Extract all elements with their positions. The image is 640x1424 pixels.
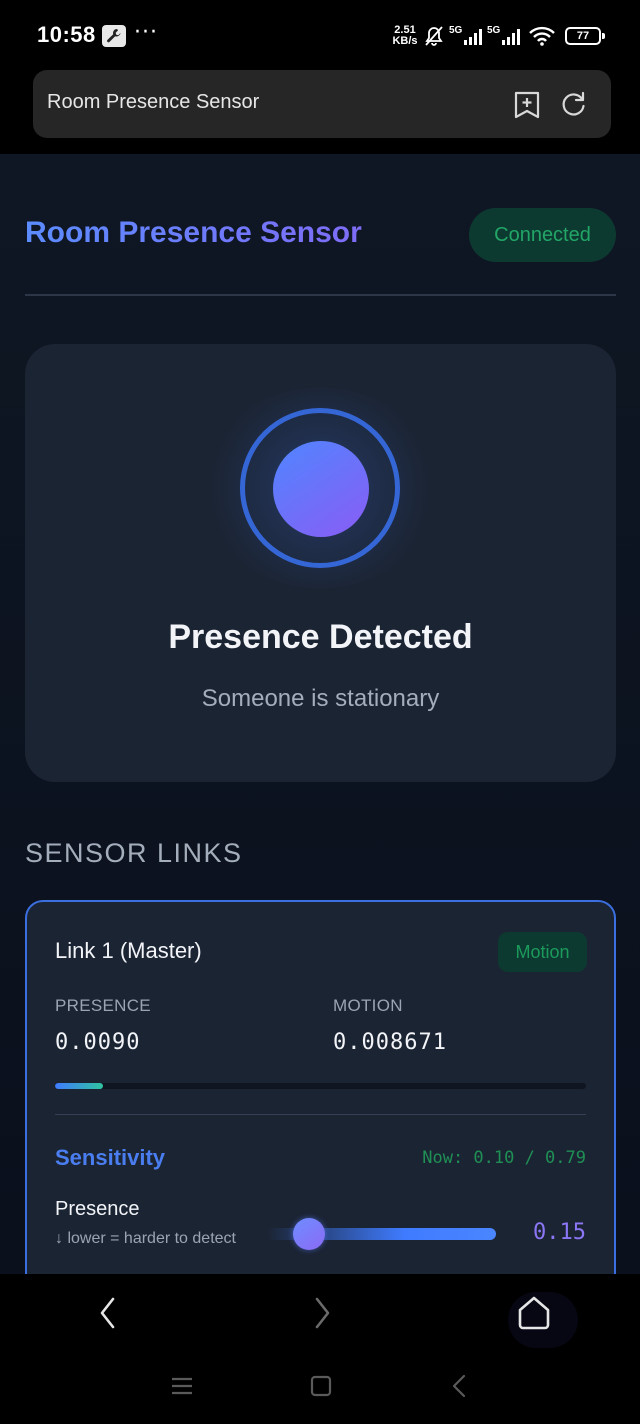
network-type-2: 5G — [487, 25, 501, 36]
presence-state-title: Presence Detected — [168, 618, 473, 656]
presence-status-card: Presence Detected Someone is stationary — [25, 344, 616, 782]
sensor-link-card: Link 1 (Master) Motion PRESENCE 0.0090 M… — [25, 900, 616, 1274]
network-type-1: 5G — [449, 25, 463, 36]
wrench-icon — [102, 25, 126, 47]
presence-sensitivity-hint: ↓ lower = harder to detect — [55, 1230, 236, 1247]
link-name: Link 1 (Master) — [55, 938, 202, 963]
system-navigation-bar — [0, 1354, 640, 1424]
motion-metric-value: 0.008671 — [333, 1030, 447, 1055]
presence-state-subtitle: Someone is stationary — [201, 685, 440, 712]
sensitivity-label: Sensitivity — [55, 1145, 166, 1170]
network-speed-unit: KB/s — [392, 35, 418, 47]
wifi-icon — [529, 26, 555, 46]
recent-apps-icon[interactable] — [171, 1376, 193, 1396]
section-title-sensor-links: SENSOR LINKS — [25, 838, 243, 868]
page-content: Room Presence Sensor Connected Presence … — [0, 154, 640, 1274]
presence-sensitivity-label: Presence — [55, 1198, 140, 1220]
home-icon[interactable] — [515, 1294, 553, 1332]
signal-level-fill — [55, 1083, 103, 1089]
presence-indicator-dot — [273, 441, 369, 537]
reload-icon[interactable] — [560, 90, 588, 118]
presence-metric-value: 0.0090 — [55, 1030, 141, 1055]
network-speed: 2.51 KB/s — [389, 25, 421, 47]
add-bookmark-icon[interactable] — [513, 90, 541, 120]
presence-metric-label: PRESENCE — [55, 996, 151, 1015]
more-notifications-icon: ··· — [134, 20, 158, 45]
status-bar: 10:58 ··· 2.51 KB/s 5G 5G 77 — [0, 0, 640, 68]
presence-sensitivity-value: 0.15 — [533, 1220, 586, 1245]
status-time: 10:58 — [37, 22, 96, 47]
connection-status-badge: Connected — [469, 208, 616, 262]
bell-muted-icon — [425, 26, 443, 46]
system-back-icon[interactable] — [450, 1374, 468, 1398]
signal-level-bar — [55, 1083, 586, 1089]
card-divider — [55, 1114, 586, 1115]
motion-metric-label: MOTION — [333, 996, 403, 1015]
signal-2-icon — [502, 29, 520, 45]
signal-1-icon — [464, 29, 482, 45]
system-home-icon[interactable] — [310, 1375, 332, 1397]
browser-back-icon[interactable] — [97, 1296, 119, 1330]
address-bar-title[interactable]: Room Presence Sensor — [47, 91, 259, 114]
motion-badge: Motion — [498, 932, 587, 972]
browser-forward-icon[interactable] — [311, 1296, 333, 1330]
sensitivity-now-readout: Now: 0.10 / 0.79 — [422, 1148, 586, 1168]
presence-sensitivity-slider-thumb[interactable] — [293, 1218, 326, 1250]
browser-toolbar: Room Presence Sensor — [0, 68, 640, 154]
browser-bottom-nav — [0, 1274, 640, 1354]
page-title: Room Presence Sensor — [25, 216, 362, 249]
address-bar[interactable]: Room Presence Sensor — [33, 70, 611, 138]
battery-level: 77 — [576, 30, 590, 42]
header-divider — [25, 294, 616, 296]
battery-icon: 77 — [565, 27, 605, 45]
